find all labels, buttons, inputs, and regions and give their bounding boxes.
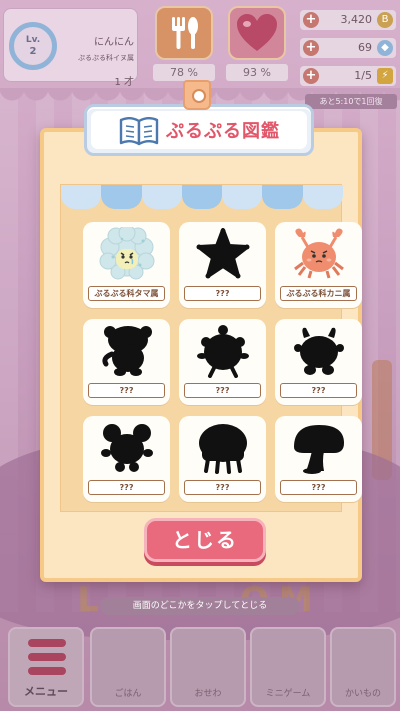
dialog-title: ぷるぷる図鑑 bbox=[166, 121, 280, 142]
encyclopedia-entry[interactable]: ??? bbox=[83, 416, 170, 502]
nav-item-care[interactable]: おせわ bbox=[170, 627, 246, 707]
add-energy-button[interactable]: + bbox=[303, 68, 319, 84]
encyclopedia-entry[interactable]: ぷるぷる科カニ属 bbox=[275, 222, 362, 308]
nav-item-food[interactable]: ごはん bbox=[90, 627, 166, 707]
entry-name: ??? bbox=[88, 383, 165, 398]
fork-knife-icon bbox=[172, 17, 198, 49]
gem-icon: ◆ bbox=[377, 40, 393, 56]
heart-icon bbox=[237, 14, 277, 51]
title-hook bbox=[183, 80, 211, 110]
menu-label: メニュー bbox=[24, 685, 68, 698]
fluffy-blob-icon bbox=[93, 227, 160, 280]
encyclopedia-entry[interactable]: ??? bbox=[275, 319, 362, 405]
encyclopedia-entry[interactable]: ??? bbox=[275, 416, 362, 502]
lightning-icon: ⚡ bbox=[377, 68, 393, 84]
mushroom-creature-silhouette-icon bbox=[93, 325, 160, 377]
entry-name: ぷるぷる科カニ属 bbox=[280, 286, 357, 301]
encyclopedia-shelf: ぷるぷる科タマ属 ??? ぷるぷる科カニ属 ??? ??? ??? ??? ??… bbox=[60, 184, 362, 512]
nav-item-label: ごはん bbox=[114, 689, 142, 699]
nav-item-label: おせわ bbox=[194, 689, 222, 699]
entry-name: ??? bbox=[184, 480, 261, 495]
entry-name: ??? bbox=[88, 480, 165, 495]
hamburger-icon bbox=[28, 639, 66, 681]
affection-stat-button[interactable] bbox=[228, 6, 286, 60]
tap-to-close-hint: 画面のどこかをタップしてとじる bbox=[100, 597, 300, 615]
encyclopedia-entry[interactable]: ??? bbox=[83, 319, 170, 405]
energy-value: 1/5 bbox=[354, 69, 372, 82]
player-name: にんにん bbox=[94, 37, 134, 48]
encyclopedia-entry[interactable]: ??? bbox=[179, 319, 266, 405]
entry-name: ??? bbox=[280, 383, 357, 398]
open-book-icon bbox=[119, 117, 159, 146]
nav-item-label: ミニゲーム bbox=[265, 689, 311, 699]
nav-item-label: かいもの bbox=[344, 689, 381, 699]
gems-counter[interactable]: + 69 ◆ bbox=[300, 38, 396, 58]
gems-value: 69 bbox=[358, 41, 372, 54]
encyclopedia-entry[interactable]: ぷるぷる科タマ属 bbox=[83, 222, 170, 308]
entry-name: ??? bbox=[280, 480, 357, 495]
mushroom-silhouette-icon bbox=[285, 422, 352, 474]
entry-name: ぷるぷる科タマ属 bbox=[88, 286, 165, 301]
food-stat-button[interactable] bbox=[155, 6, 213, 60]
add-coins-button[interactable]: + bbox=[303, 12, 319, 28]
encyclopedia-entry[interactable]: ??? bbox=[179, 416, 266, 502]
close-button[interactable]: とじる bbox=[144, 518, 266, 562]
horned-creature-silhouette-icon bbox=[285, 325, 352, 377]
coins-counter[interactable]: + 3,420 B bbox=[300, 10, 396, 30]
affection-percent: 93 % bbox=[226, 64, 288, 81]
player-age: 1 才 bbox=[114, 77, 134, 88]
dialog-title-plate: ぷるぷる図鑑 bbox=[84, 104, 314, 156]
entry-name: ??? bbox=[184, 286, 261, 301]
entry-name: ??? bbox=[184, 383, 261, 398]
energy-counter[interactable]: + 1/5 ⚡ bbox=[300, 66, 396, 86]
coins-value: 3,420 bbox=[340, 13, 373, 26]
level-label: Lv. bbox=[25, 35, 41, 45]
level-badge: Lv. 2 bbox=[9, 22, 57, 70]
mouse-silhouette-icon bbox=[93, 422, 160, 474]
nav-item-shop[interactable]: かいもの bbox=[330, 627, 396, 707]
coin-icon: B bbox=[377, 12, 393, 28]
menu-button[interactable]: メニュー bbox=[8, 627, 84, 707]
encyclopedia-entry[interactable]: ??? bbox=[179, 222, 266, 308]
encyclopedia-dialog: ぷるぷる科タマ属 ??? ぷるぷる科カニ属 ??? ??? ??? ??? ??… bbox=[40, 128, 362, 582]
add-gems-button[interactable]: + bbox=[303, 40, 319, 56]
crab-icon bbox=[285, 228, 352, 280]
energy-timer: あと5:10で1回復 bbox=[305, 94, 397, 109]
food-percent: 78 % bbox=[153, 64, 215, 81]
player-profile-panel[interactable]: Lv. 2 にんにん ぷるぷる科イヌ属 1 才 bbox=[3, 8, 138, 88]
round-creature-silhouette-icon bbox=[189, 325, 256, 378]
player-species: ぷるぷる科イヌ属 bbox=[78, 54, 134, 62]
jellyfish-silhouette-icon bbox=[189, 422, 256, 474]
shelf-awning bbox=[61, 185, 343, 209]
level-value: 2 bbox=[29, 46, 37, 57]
star-silhouette-icon bbox=[189, 228, 256, 280]
bottom-navigation: メニュー ごはん おせわ ミニゲーム かいもの bbox=[0, 625, 400, 711]
nav-item-minigame[interactable]: ミニゲーム bbox=[250, 627, 326, 707]
